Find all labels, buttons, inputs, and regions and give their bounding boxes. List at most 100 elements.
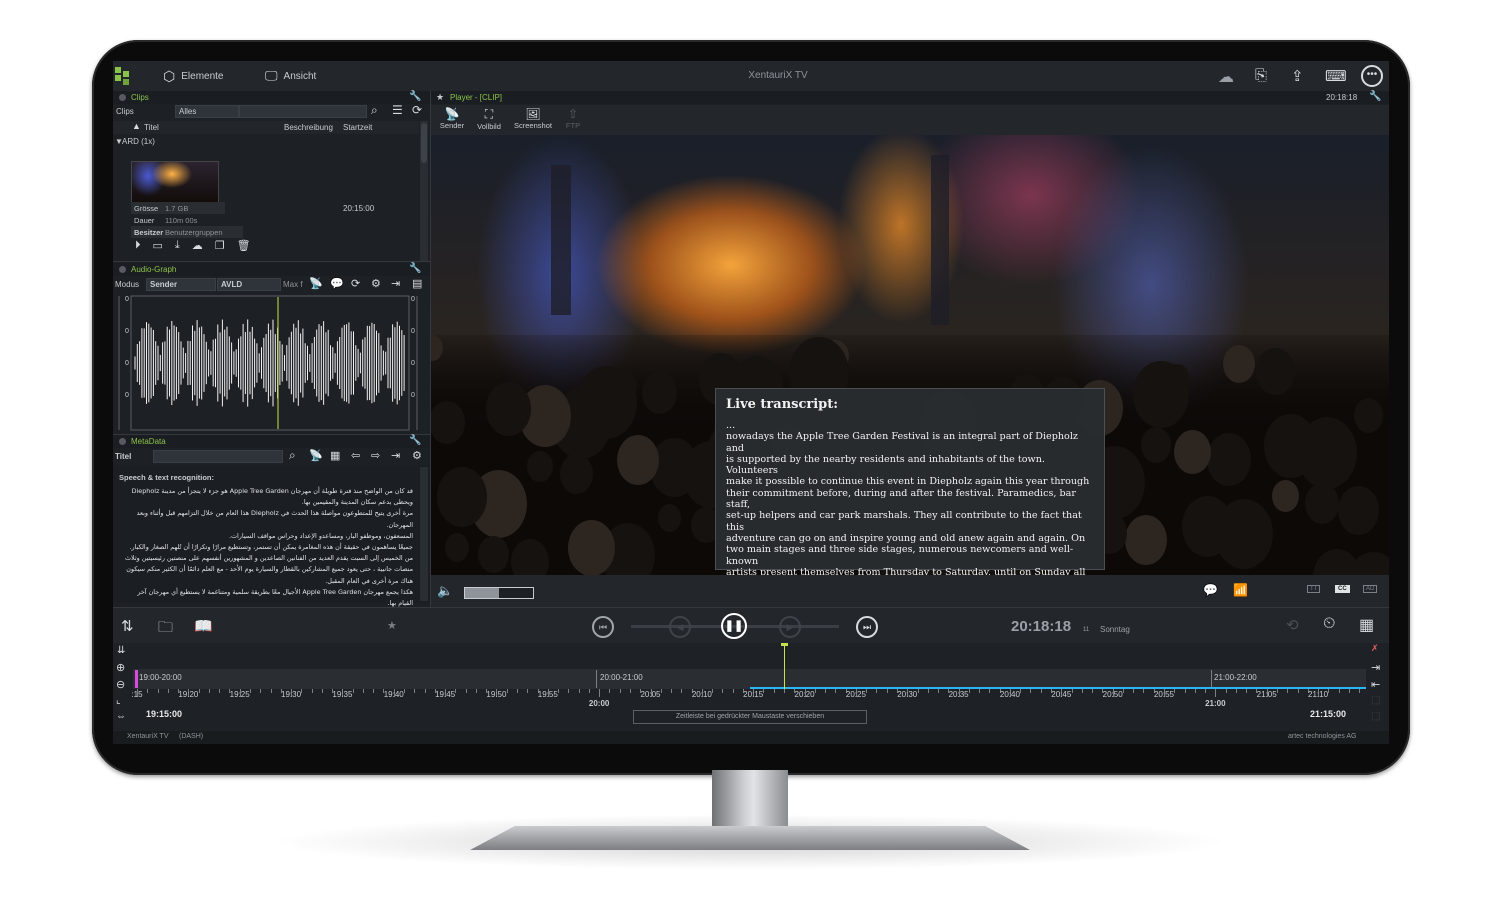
search-icon[interactable]: ⌕: [371, 103, 378, 118]
ruler-tick: [681, 689, 683, 693]
audio-y-label-right: 0: [411, 328, 415, 335]
tool-screenshot[interactable]: 🖼 Screenshot: [509, 107, 557, 130]
menu-ansicht[interactable]: 🖵 Ansicht: [265, 68, 316, 84]
mark-out-icon[interactable]: ⇤: [1371, 678, 1380, 691]
forward-icon[interactable]: ▶: [779, 616, 801, 638]
export-icon[interactable]: ⇪: [1291, 67, 1304, 85]
arrow-left-icon[interactable]: ⇦: [351, 449, 360, 462]
film-icon[interactable]: ▭: [153, 239, 163, 253]
export-icon[interactable]: ⇥: [391, 449, 400, 462]
book-icon[interactable]: 📖: [194, 617, 213, 635]
audio-header: Audio-Graph 🔧: [113, 263, 430, 276]
menu-elemente[interactable]: ⬡ Elemente: [163, 68, 223, 85]
zoom-in-icon[interactable]: ⊕: [116, 661, 125, 674]
export-icon[interactable]: ⇥: [391, 277, 400, 290]
clipboard-clock-icon[interactable]: ⎘: [1255, 67, 1267, 84]
tool-sender[interactable]: 📡 Sender: [434, 107, 470, 130]
audio-description-icon[interactable]: AD: [1363, 585, 1378, 593]
trash-icon[interactable]: 🗑: [237, 239, 251, 253]
menu-elemente-label: Elemente: [181, 71, 224, 82]
wrench-icon[interactable]: 🔧: [409, 263, 421, 274]
source-select[interactable]: AVLD: [217, 278, 281, 291]
mode-label: Modus: [115, 280, 140, 289]
volume-icon[interactable]: 🔈: [437, 583, 453, 599]
mode-value: Sender: [150, 280, 178, 289]
refresh-icon[interactable]: ⟳: [351, 277, 360, 290]
levels-icon[interactable]: 📶: [1233, 583, 1248, 597]
skip-back-icon[interactable]: ⏮: [592, 616, 614, 638]
star-icon[interactable]: ★: [436, 92, 444, 103]
timeline-playhead[interactable]: [784, 643, 785, 689]
red-marker-icon[interactable]: ✗: [1371, 643, 1379, 654]
more-options-icon[interactable]: •••: [1361, 65, 1383, 87]
rewind-icon[interactable]: ◀: [669, 616, 691, 638]
clip-thumbnail[interactable]: [131, 161, 219, 203]
satellite-icon[interactable]: 📡: [309, 449, 323, 462]
clips-search-input[interactable]: [239, 105, 367, 118]
crowd-silhouette: [642, 372, 677, 414]
clips-group[interactable]: ▼ ARD (1x): [113, 136, 419, 148]
notes-icon[interactable]: ▤: [412, 277, 422, 290]
play-circle-icon[interactable]: ⏵: [135, 239, 141, 253]
fit-icon[interactable]: ⌞: [116, 695, 121, 706]
volume-slider[interactable]: [464, 587, 534, 599]
ruler-tick: [927, 689, 929, 693]
crowd-silhouette: [617, 435, 659, 486]
collapse-down-icon[interactable]: ⇊: [117, 645, 125, 656]
search-icon[interactable]: ⌕: [289, 448, 296, 463]
calendar-icon[interactable]: ▦: [1359, 615, 1374, 635]
mark-in-icon[interactable]: ⇥: [1371, 661, 1380, 674]
select-range-icon[interactable]: ⬚: [1371, 711, 1380, 722]
settings-icon[interactable]: ⚙: [371, 277, 381, 290]
audio-toolbar: Modus Sender AVLD Max f 📡 💬 ⟳ ⚙ ⇥ ▤: [113, 278, 430, 292]
tool-ftp[interactable]: ⇧ FTP: [561, 107, 585, 130]
layers-icon[interactable]: ⇅: [121, 617, 134, 635]
zoom-out-icon[interactable]: ⊖: [116, 678, 125, 691]
download-icon[interactable]: ⤓: [175, 239, 180, 253]
arrow-right-icon[interactable]: ⇨: [371, 449, 380, 462]
ruler-tick: [1122, 689, 1124, 693]
refresh-icon[interactable]: ⟳: [412, 103, 422, 117]
cloud-icon[interactable]: ☁: [192, 239, 203, 253]
col-start-time[interactable]: Startzeit: [343, 123, 372, 132]
closed-captions-icon[interactable]: CC: [1335, 585, 1350, 593]
timeline[interactable]: ⇊ ⊕ ⊖ ⌞ ⇔ 19:00-20:00 20:00-21:00 21:00-…: [113, 643, 1389, 731]
col-description[interactable]: Beschreibung: [284, 123, 333, 132]
chat-icon[interactable]: 💬: [1203, 583, 1218, 597]
folder-icon[interactable]: 🗀: [158, 617, 173, 642]
expand-horizontal-icon[interactable]: ⇔: [116, 711, 126, 722]
wrench-icon[interactable]: 🔧: [409, 91, 421, 102]
loop-icon[interactable]: ⟲: [1286, 616, 1299, 634]
skip-forward-icon[interactable]: ⏭: [856, 616, 878, 638]
timeline-hour-row[interactable]: [133, 669, 1366, 689]
col-title[interactable]: Titel: [144, 123, 159, 132]
wrench-icon[interactable]: 🔧: [1369, 91, 1381, 102]
mode-select[interactable]: Sender: [146, 278, 216, 291]
metadata-field-input[interactable]: [153, 450, 283, 463]
sort-up-icon[interactable]: ▲: [132, 121, 141, 131]
tool-vollbild[interactable]: ⛶ Vollbild: [471, 107, 507, 131]
ruler-label: 20:20: [794, 690, 815, 699]
history-icon[interactable]: ⏲: [1323, 615, 1335, 633]
calendar-icon[interactable]: ▦: [330, 449, 340, 462]
audio-graph[interactable]: 0 0 0 0 0 0 0 0: [113, 294, 430, 434]
pause-icon[interactable]: ❚❚: [721, 613, 747, 639]
clips-scrollbar[interactable]: [420, 121, 428, 261]
clips-filter-select[interactable]: Alles: [175, 105, 239, 118]
metadata-scrollbar[interactable]: [420, 467, 428, 601]
copy-icon[interactable]: ❐: [215, 239, 225, 253]
select-icon[interactable]: ⬚: [1371, 695, 1380, 706]
wrench-icon[interactable]: 🔧: [409, 435, 421, 446]
cloud-upload-icon[interactable]: ☁: [1218, 67, 1234, 87]
star-icon[interactable]: ★: [387, 619, 397, 632]
list-icon[interactable]: ☰: [392, 103, 403, 117]
tool-ftp-label: FTP: [565, 121, 581, 130]
teletext-icon[interactable]: TT: [1307, 585, 1321, 593]
keyboard-icon[interactable]: ⌨: [1325, 67, 1347, 85]
ruler-tick: [722, 689, 724, 693]
satellite-icon[interactable]: 📡: [309, 277, 323, 290]
chat-icon[interactable]: 💬: [330, 277, 344, 290]
fullscreen-icon: ⛶: [484, 107, 494, 121]
settings-icon[interactable]: ⚙: [412, 449, 422, 462]
playhead-handle[interactable]: [781, 643, 788, 646]
